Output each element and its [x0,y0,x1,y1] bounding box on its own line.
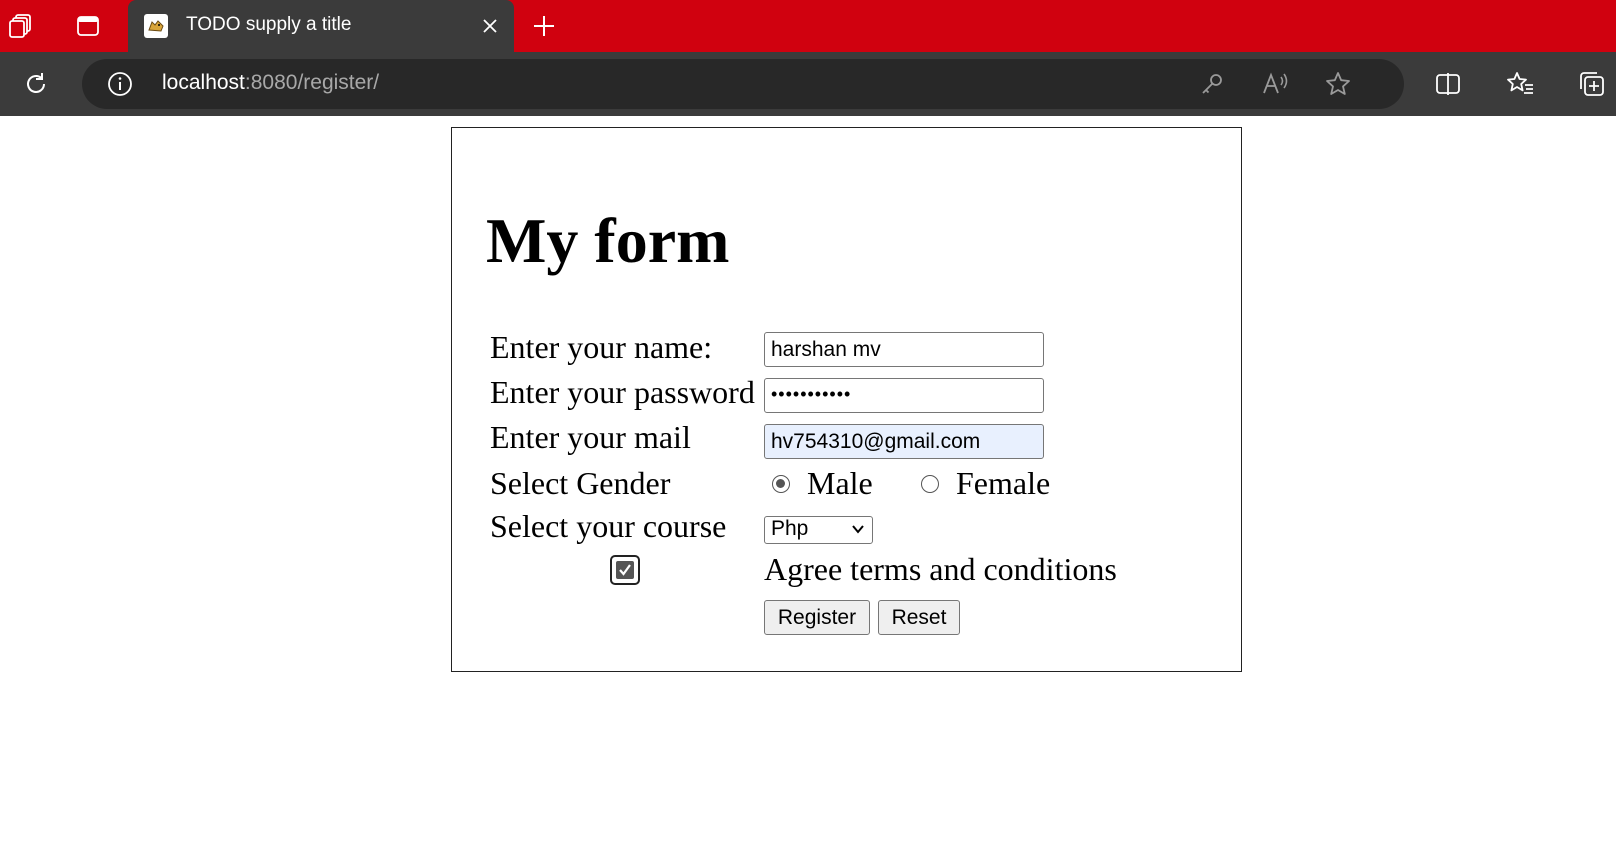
tab-title: TODO supply a title [186,14,352,35]
favorites-icon[interactable] [1504,68,1536,100]
address-bar[interactable]: localhost:8080/register/ [82,59,1404,109]
gender-female-radio[interactable] [921,475,939,493]
star-icon[interactable] [1322,68,1354,100]
url-host: localhost [162,71,245,94]
url-path: :8080/register/ [244,71,380,94]
password-input[interactable]: ••••••••••• [764,378,1044,413]
plus-icon[interactable] [528,10,560,42]
mail-input[interactable] [764,424,1044,459]
key-icon[interactable] [1196,68,1228,100]
name-input[interactable] [764,332,1044,367]
split-screen-icon[interactable] [1432,68,1464,100]
collections-icon[interactable] [1576,68,1608,100]
chevron-down-icon [852,525,864,534]
browser-toolbar: localhost:8080/register/ [0,52,1616,116]
tab-actions-icon[interactable] [72,10,104,42]
register-button[interactable]: Register [764,600,870,635]
refresh-icon[interactable] [20,68,52,100]
gender-male-label: Male [807,465,873,501]
course-label: Select your course [490,508,727,544]
workspaces-icon[interactable] [4,10,36,42]
gender-female-label: Female [956,465,1051,501]
gender-label: Select Gender [490,465,671,501]
agree-label: Agree terms and conditions [764,551,1117,587]
mail-label: Enter your mail [490,419,691,455]
url-text[interactable]: localhost:8080/register/ [162,71,379,95]
page-title: My form [486,205,730,276]
checkmark-icon [616,561,634,579]
gender-male-radio[interactable] [772,475,790,493]
name-label: Enter your name: [490,329,713,365]
form-container: My form Enter your name: Enter your pass… [451,127,1242,672]
info-icon[interactable] [106,70,134,98]
close-icon[interactable] [478,14,502,38]
active-tab[interactable]: TODO supply a title [128,0,514,52]
password-label: Enter your password [490,374,755,410]
course-selected-value: Php [771,517,809,540]
tab-strip: TODO supply a title [0,0,1616,52]
reset-button[interactable]: Reset [878,600,960,635]
agree-checkbox[interactable] [610,555,640,585]
tomcat-favicon-icon [144,14,168,38]
course-select[interactable]: Php [764,516,873,544]
read-aloud-icon[interactable] [1260,68,1292,100]
